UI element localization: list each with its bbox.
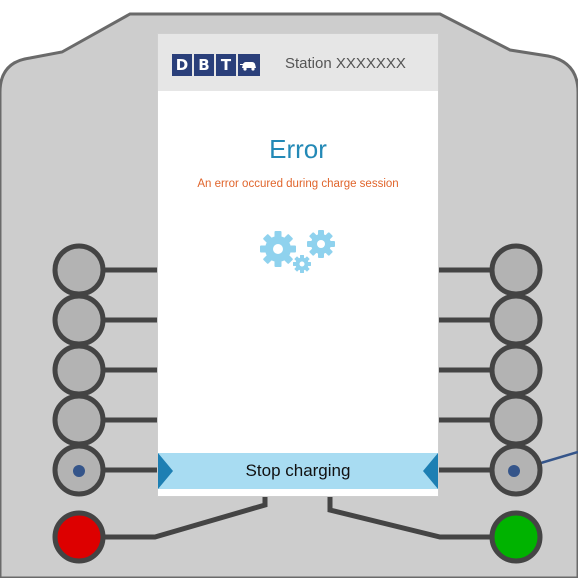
right-softkey-1[interactable] (489, 243, 543, 297)
stop-charging-button[interactable]: Stop charging (158, 453, 438, 489)
stop-charging-label: Stop charging (245, 461, 351, 480)
gears-icon (260, 230, 335, 273)
left-softkey-2[interactable] (52, 293, 106, 347)
right-softkey-2[interactable] (489, 293, 543, 347)
left-softkey-4[interactable] (52, 393, 106, 447)
station-name: Station XXXXXXX (285, 55, 406, 72)
red-cancel-button[interactable] (52, 510, 106, 564)
dbt-logo: D B T (172, 54, 260, 76)
car-plug-icon (238, 54, 260, 76)
arrow-right-icon (423, 453, 438, 489)
left-softkey-1[interactable] (52, 243, 106, 297)
logo-letter-d: D (172, 54, 192, 76)
error-message: An error occured during charge session (197, 178, 399, 190)
right-softkey-5-indicator-dot (508, 465, 520, 477)
logo-letter-b: B (194, 54, 214, 76)
display-screen: D B T Station XXXXXXX Error An error occ… (157, 33, 439, 497)
left-softkey-5-indicator-dot (73, 465, 85, 477)
right-softkey-3[interactable] (489, 343, 543, 397)
right-softkey-4[interactable] (489, 393, 543, 447)
green-confirm-button[interactable] (489, 510, 543, 564)
logo-letter-t: T (216, 54, 236, 76)
error-title: Error (269, 134, 327, 164)
left-softkey-3[interactable] (52, 343, 106, 397)
screen-header: D B T Station XXXXXXX (158, 34, 438, 91)
